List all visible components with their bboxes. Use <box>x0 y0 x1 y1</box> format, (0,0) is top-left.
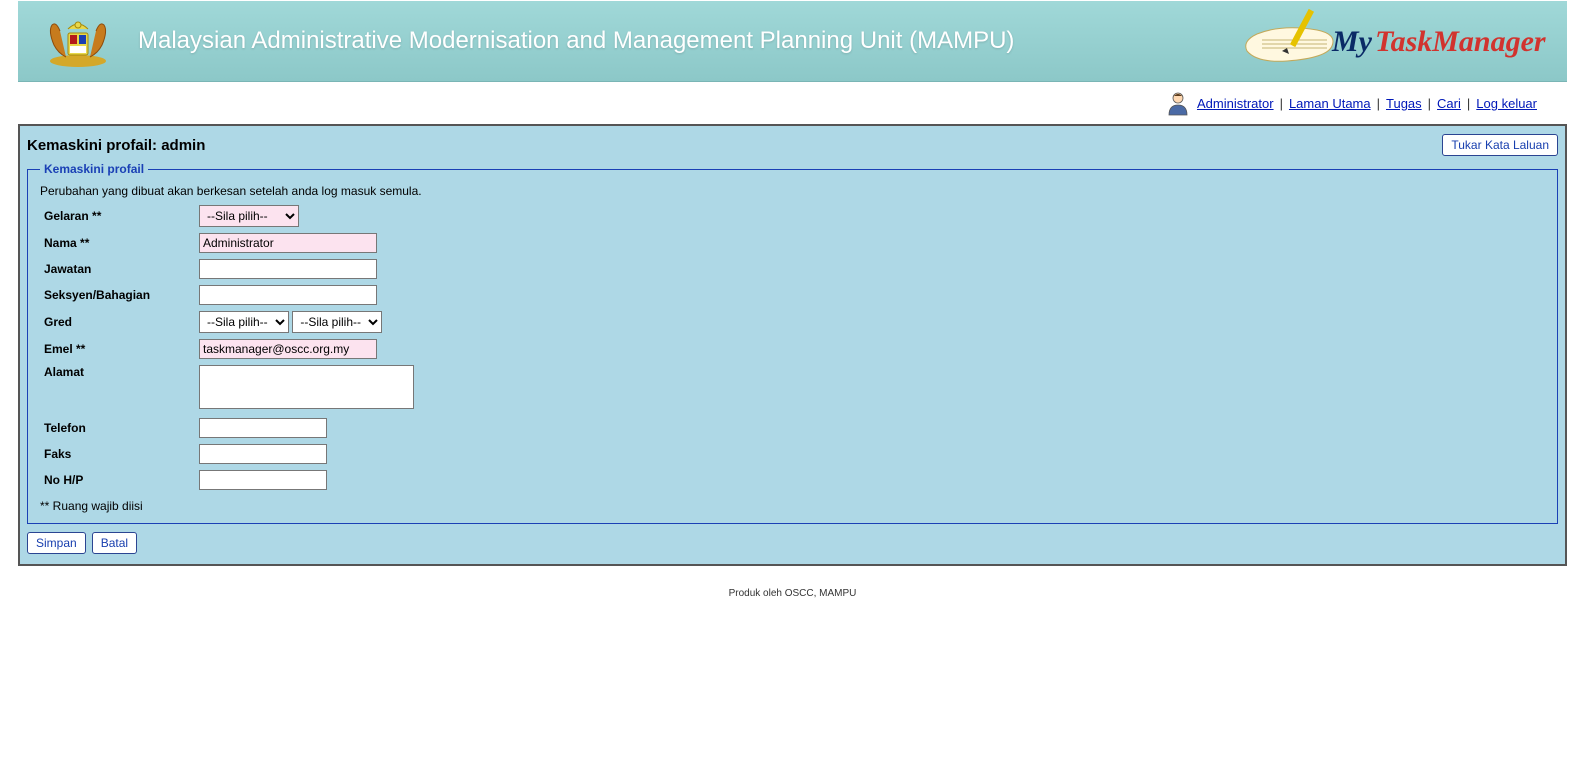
label-seksyen: Seksyen/Bahagian <box>40 282 195 308</box>
page-title: Kemaskini profail: admin <box>27 137 205 154</box>
footer: Produk oleh OSCC, MAMPU <box>18 566 1567 609</box>
input-telefon[interactable] <box>199 418 327 438</box>
page-wrap: Kemaskini profail: admin Tukar Kata Lalu… <box>18 124 1567 566</box>
separator: | <box>1280 96 1283 111</box>
action-row: Simpan Batal <box>27 532 1558 554</box>
svg-text:My: My <box>1331 25 1373 58</box>
profile-fieldset: Kemaskini profail Perubahan yang dibuat … <box>27 162 1558 524</box>
fieldset-legend: Kemaskini profail <box>40 162 148 176</box>
site-title: Malaysian Administrative Modernisation a… <box>138 25 1014 56</box>
crest-icon <box>38 11 118 71</box>
app-logo: My TaskManager <box>1227 6 1547 76</box>
link-user[interactable]: Administrator <box>1197 96 1274 111</box>
label-faks: Faks <box>40 441 195 467</box>
input-faks[interactable] <box>199 444 327 464</box>
change-password-button[interactable]: Tukar Kata Laluan <box>1442 134 1558 156</box>
label-gred: Gred <box>40 308 195 336</box>
select-gelaran[interactable]: --Sila pilih-- <box>199 205 299 227</box>
select-gred-1[interactable]: --Sila pilih-- <box>199 311 289 333</box>
topbar: Administrator | Laman Utama | Tugas | Ca… <box>18 82 1567 124</box>
input-seksyen[interactable] <box>199 285 377 305</box>
svg-text:TaskManager: TaskManager <box>1375 25 1546 58</box>
link-home[interactable]: Laman Utama <box>1289 96 1371 111</box>
input-nohp[interactable] <box>199 470 327 490</box>
form-note: Perubahan yang dibuat akan berkesan sete… <box>40 184 1545 198</box>
header: Malaysian Administrative Modernisation a… <box>18 0 1567 82</box>
label-alamat: Alamat <box>40 362 195 415</box>
user-avatar-icon <box>1165 90 1191 116</box>
input-jawatan[interactable] <box>199 259 377 279</box>
label-nohp: No H/P <box>40 467 195 493</box>
label-jawatan: Jawatan <box>40 256 195 282</box>
content: Kemaskini profail: admin Tukar Kata Lalu… <box>20 126 1565 564</box>
form-table: Gelaran ** --Sila pilih-- Nama ** Jawata… <box>40 202 418 493</box>
header-left: Malaysian Administrative Modernisation a… <box>38 11 1014 71</box>
textarea-alamat[interactable] <box>199 365 414 409</box>
link-search[interactable]: Cari <box>1437 96 1461 111</box>
cancel-button[interactable]: Batal <box>92 532 137 554</box>
link-tasks[interactable]: Tugas <box>1386 96 1422 111</box>
separator: | <box>1467 96 1470 111</box>
link-logout[interactable]: Log keluar <box>1476 96 1537 111</box>
input-emel[interactable] <box>199 339 377 359</box>
select-gred-2[interactable]: --Sila pilih-- <box>292 311 382 333</box>
label-emel: Emel ** <box>40 336 195 362</box>
content-header: Kemaskini profail: admin Tukar Kata Lalu… <box>27 132 1558 162</box>
separator: | <box>1428 96 1431 111</box>
label-telefon: Telefon <box>40 415 195 441</box>
save-button[interactable]: Simpan <box>27 532 86 554</box>
input-nama[interactable] <box>199 233 377 253</box>
label-nama: Nama ** <box>40 230 195 256</box>
separator: | <box>1377 96 1380 111</box>
form-footnote: ** Ruang wajib diisi <box>40 499 1545 513</box>
label-gelaran: Gelaran ** <box>40 202 195 230</box>
